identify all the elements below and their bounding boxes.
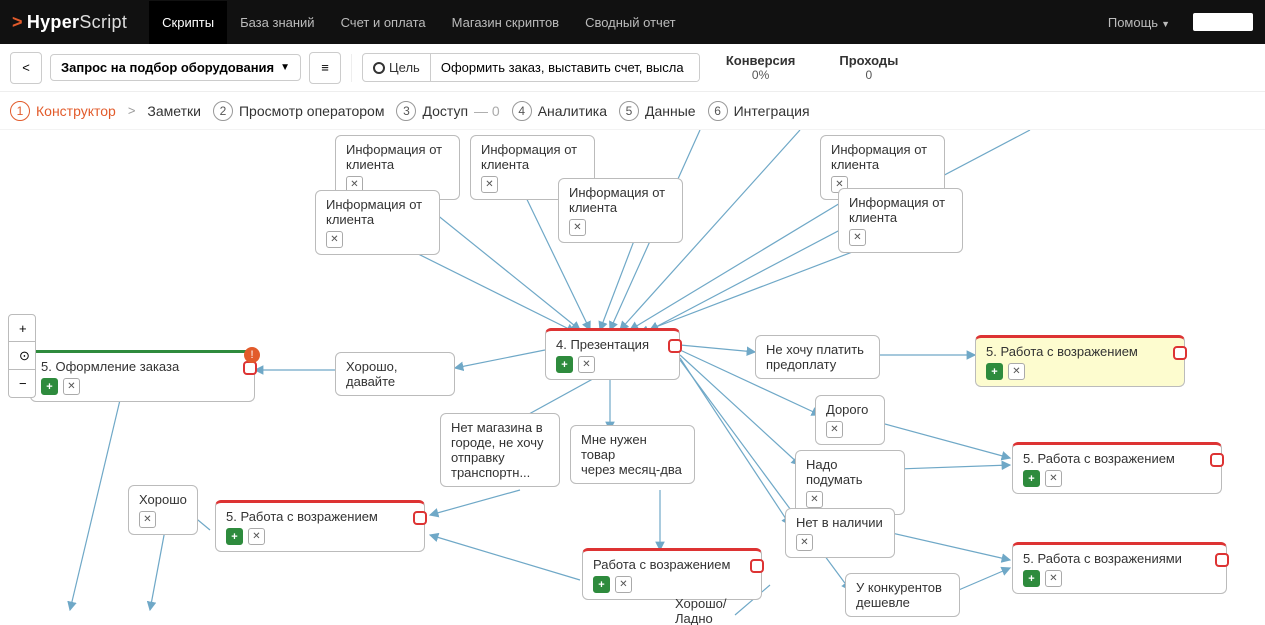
nav-report[interactable]: Сводный отчет: [572, 1, 689, 44]
target-icon: [373, 62, 385, 74]
node-nostock[interactable]: Нет в наличии: [785, 508, 895, 558]
plus-icon[interactable]: +: [41, 378, 58, 395]
zoom-controls: + ⊙ −: [8, 314, 36, 398]
plus-icon[interactable]: +: [986, 363, 1003, 380]
divider: [351, 54, 352, 82]
metric-passes: Проходы 0: [821, 53, 916, 82]
back-button[interactable]: <: [10, 52, 42, 84]
nav-kb[interactable]: База знаний: [227, 1, 328, 44]
handle-icon[interactable]: [413, 511, 427, 525]
node-cheaper[interactable]: У конкурентов дешевле: [845, 573, 960, 617]
close-icon[interactable]: [1045, 470, 1062, 487]
close-icon[interactable]: [326, 231, 343, 248]
tab-constructor[interactable]: 1Конструктор: [10, 101, 116, 121]
close-icon[interactable]: [796, 534, 813, 551]
nav-user[interactable]: [1193, 13, 1253, 31]
node-step-5-obj-left[interactable]: 5. Работа с возражением +: [215, 500, 425, 552]
zoom-out-button[interactable]: −: [8, 370, 36, 398]
tab-preview[interactable]: 2Просмотр оператором: [213, 101, 384, 121]
tab-notes[interactable]: Заметки: [147, 103, 201, 119]
close-icon[interactable]: [481, 176, 498, 193]
close-icon[interactable]: [806, 491, 823, 508]
crumb-sep: >: [128, 103, 136, 118]
goal-label: Цель: [363, 54, 431, 81]
metric-conversion: Конверсия 0%: [708, 53, 814, 82]
close-icon[interactable]: [615, 576, 632, 593]
canvas[interactable]: + ⊙ −: [0, 130, 1265, 625]
nav-scripts[interactable]: Скрипты: [149, 1, 227, 44]
chevron-down-icon: ▼: [280, 62, 290, 73]
zoom-center-button[interactable]: ⊙: [8, 342, 36, 370]
node-step-5-obj-yellow[interactable]: 5. Работа с возражением +: [975, 335, 1185, 387]
handle-icon[interactable]: [1173, 346, 1187, 360]
node-step-5-obj-2[interactable]: 5. Работа с возражением +: [1012, 442, 1222, 494]
top-nav: >HyperScript Скрипты База знаний Счет и …: [0, 0, 1265, 44]
handle-icon[interactable]: [1215, 553, 1229, 567]
close-icon[interactable]: [569, 219, 586, 236]
close-icon[interactable]: [63, 378, 80, 395]
node-noshop[interactable]: Нет магазина в городе, не хочу отправку …: [440, 413, 560, 487]
node-step-5-obj-3[interactable]: 5. Работа с возражениями +: [1012, 542, 1227, 594]
plus-icon[interactable]: +: [593, 576, 610, 593]
node-noprepay[interactable]: Не хочу платить предоплату: [755, 335, 880, 379]
close-icon[interactable]: [1045, 570, 1062, 587]
nav-help[interactable]: Помощь▼: [1095, 1, 1183, 44]
node-info-6[interactable]: Информация от клиента: [838, 188, 963, 253]
plus-icon[interactable]: +: [1023, 570, 1040, 587]
plus-icon[interactable]: +: [556, 356, 573, 373]
node-think[interactable]: Надо подумать: [795, 450, 905, 515]
node-ok-davayte[interactable]: Хорошо, давайте: [335, 352, 455, 396]
alert-icon: !: [244, 347, 260, 363]
handle-icon[interactable]: [243, 361, 257, 375]
menu-button[interactable]: ≡: [309, 52, 341, 84]
node-expensive[interactable]: Дорого: [815, 395, 885, 445]
tab-analytics[interactable]: 4Аналитика: [512, 101, 607, 121]
node-ok-ladno[interactable]: Хорошо/ Ладно давайте: [665, 590, 775, 625]
close-icon[interactable]: [139, 511, 156, 528]
nav-billing[interactable]: Счет и оплата: [328, 1, 439, 44]
script-selector[interactable]: Запрос на подбор оборудования▼: [50, 54, 301, 81]
handle-icon[interactable]: [750, 559, 764, 573]
handle-icon[interactable]: [668, 339, 682, 353]
handle-icon[interactable]: [1210, 453, 1224, 467]
tab-access[interactable]: 3Доступ — 0: [396, 101, 499, 121]
nav-store[interactable]: Магазин скриптов: [439, 1, 572, 44]
plus-icon[interactable]: +: [226, 528, 243, 545]
goal-field: Цель: [362, 53, 700, 82]
logo: >HyperScript: [12, 12, 127, 33]
close-icon[interactable]: [849, 229, 866, 246]
node-info-4[interactable]: Информация от клиента: [315, 190, 440, 255]
goal-input[interactable]: [431, 54, 699, 81]
node-ok[interactable]: Хорошо: [128, 485, 198, 535]
close-icon[interactable]: [248, 528, 265, 545]
step-tabs: 1Конструктор > Заметки 2Просмотр операто…: [0, 92, 1265, 130]
plus-icon[interactable]: +: [1023, 470, 1040, 487]
close-icon[interactable]: [578, 356, 595, 373]
close-icon[interactable]: [826, 421, 843, 438]
node-step-4[interactable]: 4. Презентация +: [545, 328, 680, 380]
node-later[interactable]: Мне нужен товар через месяц-два: [570, 425, 695, 484]
zoom-in-button[interactable]: +: [8, 314, 36, 342]
tab-data[interactable]: 5Данные: [619, 101, 696, 121]
chevron-down-icon: ▼: [1161, 19, 1170, 29]
node-step-5-order[interactable]: ! 5. Оформление заказа +: [30, 350, 255, 402]
close-icon[interactable]: [1008, 363, 1025, 380]
node-info-3[interactable]: Информация от клиента: [558, 178, 683, 243]
logo-chevron-icon: >: [12, 12, 23, 32]
toolbar: < Запрос на подбор оборудования▼ ≡ Цель …: [0, 44, 1265, 92]
tab-integration[interactable]: 6Интеграция: [708, 101, 810, 121]
